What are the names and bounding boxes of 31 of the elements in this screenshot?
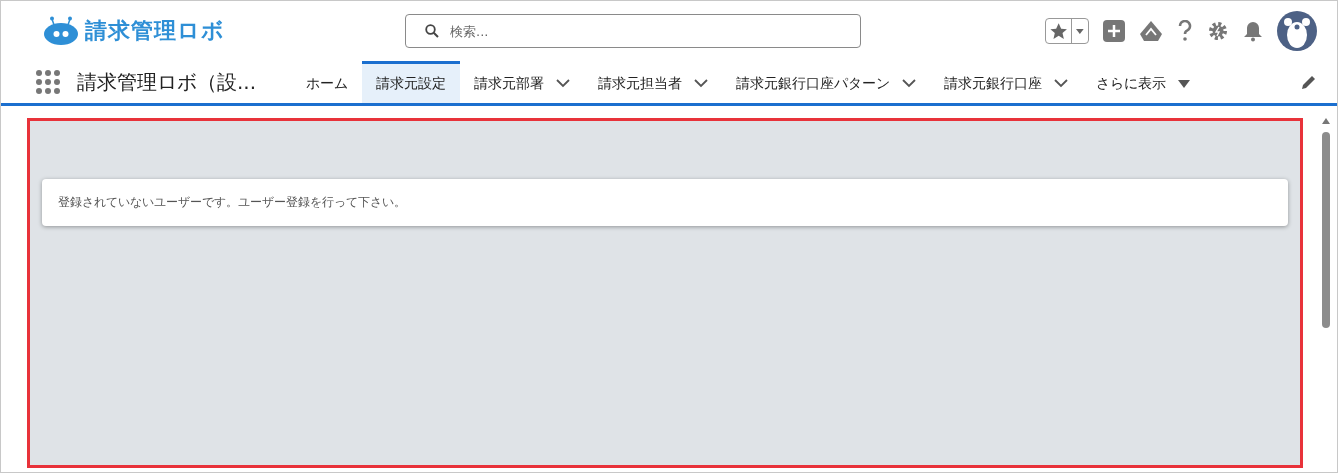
chevron-down-icon[interactable] bbox=[902, 79, 917, 88]
nav-tab[interactable]: さらに表示 bbox=[1082, 61, 1205, 103]
nav-tab[interactable]: 請求元設定 bbox=[362, 61, 461, 103]
app-name: 請求管理ロボ（設... bbox=[77, 68, 257, 96]
chevron-down-icon[interactable] bbox=[556, 79, 571, 88]
nav-tab[interactable]: 請求元銀行口座 bbox=[930, 61, 1083, 103]
scroll-up-icon[interactable] bbox=[1322, 118, 1330, 124]
favorites-button[interactable] bbox=[1045, 18, 1089, 44]
settings-icon[interactable] bbox=[1207, 20, 1229, 42]
logo-text: 請求管理ロボ bbox=[85, 17, 225, 45]
nav-tab[interactable]: 請求元担当者 bbox=[584, 61, 723, 103]
star-icon bbox=[1050, 22, 1068, 40]
help-icon[interactable] bbox=[1177, 20, 1193, 42]
nav-tab[interactable]: ホーム bbox=[292, 61, 363, 103]
edit-icon[interactable] bbox=[1301, 74, 1317, 90]
bell-icon[interactable] bbox=[1243, 20, 1263, 42]
search-icon bbox=[425, 24, 439, 38]
robot-logo-icon bbox=[43, 16, 79, 46]
scrollbar-thumb[interactable] bbox=[1322, 132, 1330, 328]
chevron-down-icon[interactable] bbox=[694, 79, 709, 88]
app-launcher-icon[interactable] bbox=[35, 69, 61, 95]
caret-icon[interactable] bbox=[1178, 79, 1191, 88]
nav-tab[interactable]: 請求元銀行口座パターン bbox=[722, 61, 931, 103]
message-text: 登録されていないユーザーです。ユーザー登録を行って下さい。 bbox=[58, 195, 406, 209]
mountain-icon[interactable] bbox=[1139, 20, 1163, 42]
caret-icon bbox=[1076, 28, 1084, 34]
chevron-down-icon[interactable] bbox=[1054, 79, 1069, 88]
plus-icon[interactable] bbox=[1103, 20, 1125, 42]
search-field[interactable]: 検索... bbox=[405, 14, 861, 48]
nav-tab[interactable]: 請求元部署 bbox=[460, 61, 585, 103]
avatar-icon[interactable] bbox=[1277, 11, 1317, 51]
